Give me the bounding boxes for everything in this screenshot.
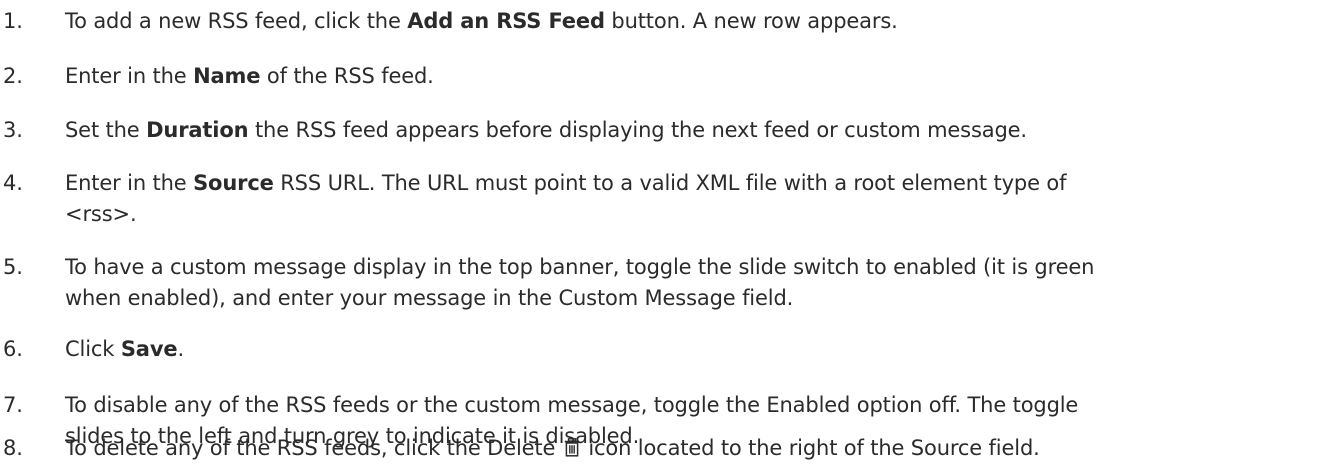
ui-term: Name xyxy=(193,64,261,88)
step-text-segment: To have a custom message display in the … xyxy=(65,255,1095,310)
step-text-segment: Click xyxy=(65,337,121,361)
step-number: 4. xyxy=(3,171,23,195)
step-text: Enter in the Source RSS URL. The URL mus… xyxy=(65,168,1327,230)
step-text: Set the Duration the RSS feed appears be… xyxy=(65,115,1327,146)
trash-icon xyxy=(564,435,580,466)
step-text-segment: To delete any of the RSS feeds, click th… xyxy=(65,436,562,460)
step-number: 2. xyxy=(3,64,23,88)
step-number: 7. xyxy=(3,393,23,417)
step-text-segment: . xyxy=(177,337,184,361)
step-text-segment: button. A new row appears. xyxy=(604,9,898,33)
step-text: Enter in the Name of the RSS feed. xyxy=(65,61,1327,92)
step-text-segment: the RSS feed appears before displaying t… xyxy=(248,118,1027,142)
step-number: 1. xyxy=(3,9,23,33)
step-text-segment: Enter in the xyxy=(65,171,194,195)
step-text-segment: Set the xyxy=(65,118,147,142)
step-text-segment: To add a new RSS feed, click the xyxy=(65,9,408,33)
step-number: 3. xyxy=(3,118,23,142)
step-number: 8. xyxy=(3,436,23,460)
step-text: To add a new RSS feed, click the Add an … xyxy=(65,6,1327,37)
step-text: To delete any of the RSS feeds, click th… xyxy=(65,433,1327,466)
step-text-segment: of the RSS feed. xyxy=(260,64,434,88)
ui-term: Source xyxy=(193,171,274,195)
step-text: Click Save. xyxy=(65,334,1327,365)
ui-term: Duration xyxy=(146,118,249,142)
ui-term: Save xyxy=(120,337,178,361)
step-text-segment: Enter in the xyxy=(65,64,194,88)
step-text: To have a custom message display in the … xyxy=(65,252,1327,314)
ui-term: Add an RSS Feed xyxy=(407,9,605,33)
step-number: 5. xyxy=(3,255,23,279)
step-text-segment: icon located to the right of the Source … xyxy=(581,436,1040,460)
step-number: 6. xyxy=(3,337,23,361)
